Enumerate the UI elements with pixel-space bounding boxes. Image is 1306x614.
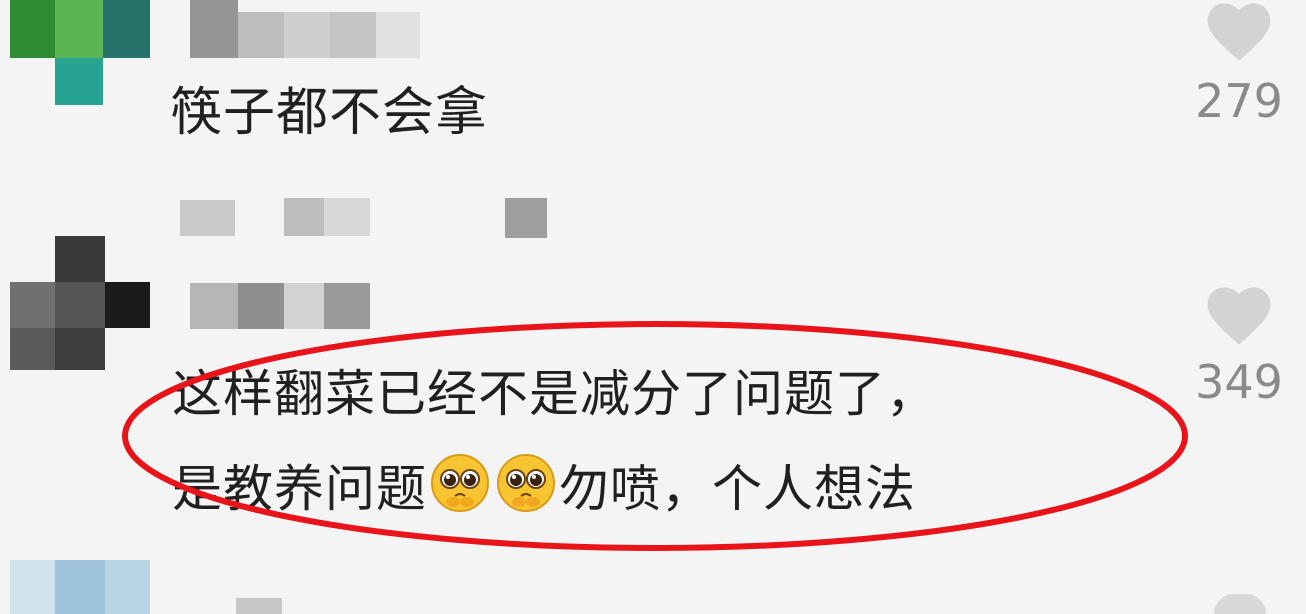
like-count: 279 — [1195, 74, 1283, 128]
heart-icon-partial[interactable] — [1214, 594, 1266, 614]
heart-icon[interactable] — [1206, 286, 1272, 346]
comment-text-line-2: 是教养问题 勿喷，个人想法 — [172, 452, 916, 529]
like-count: 349 — [1195, 355, 1283, 409]
comment-text-line-2-part-a: 是教养问题 — [172, 460, 427, 518]
comment-text-line-2-part-b: 勿喷，个人想法 — [559, 460, 916, 518]
username-blurred[interactable] — [236, 598, 282, 614]
avatar[interactable] — [10, 560, 150, 614]
username-blurred[interactable] — [190, 283, 370, 329]
pleading-face-emoji — [429, 452, 491, 529]
heart-icon[interactable] — [1206, 2, 1272, 62]
avatar[interactable] — [10, 236, 150, 370]
comment-text: 筷子都不会拿 — [170, 83, 489, 143]
pleading-face-emoji — [495, 452, 557, 529]
comment-text-line-1: 这样翻菜已经不是减分了问题了， — [172, 365, 937, 423]
username-blurred[interactable] — [190, 0, 420, 58]
avatar[interactable] — [10, 0, 150, 105]
